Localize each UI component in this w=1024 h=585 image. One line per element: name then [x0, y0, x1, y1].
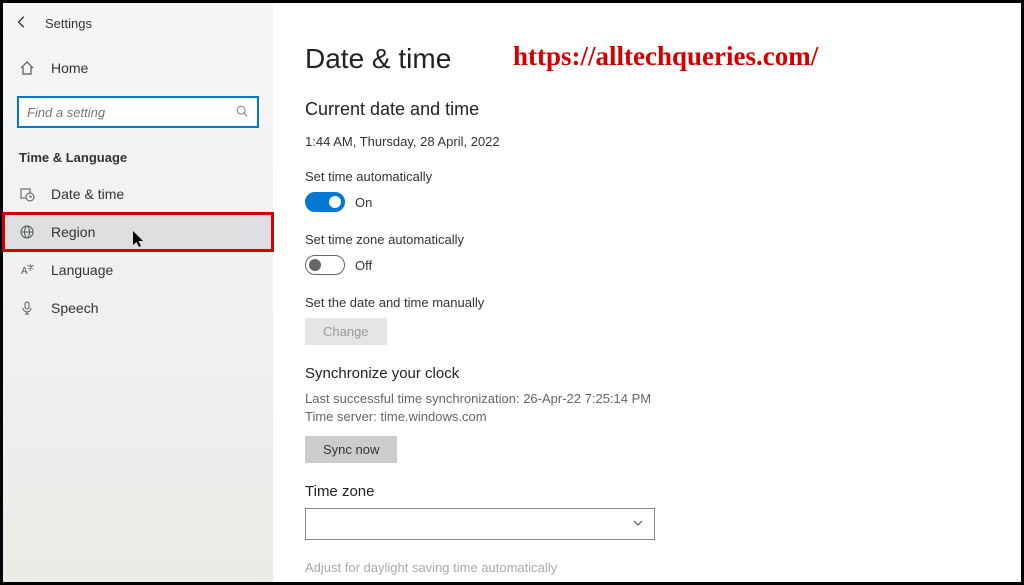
category-label: Time & Language: [3, 136, 273, 175]
set-manual-label: Set the date and time manually: [305, 295, 989, 310]
sync-section-title: Synchronize your clock: [305, 365, 989, 382]
sync-info: Last successful time synchronization: 26…: [305, 390, 989, 426]
search-icon: [235, 104, 249, 121]
language-icon: A字: [19, 262, 35, 278]
sidebar-item-label: Speech: [51, 300, 98, 316]
sidebar-item-date-time[interactable]: Date & time: [3, 175, 273, 213]
home-icon: [19, 60, 35, 76]
sync-last-label: Last successful time synchronization: 26…: [305, 390, 989, 408]
set-tz-auto-label: Set time zone automatically: [305, 232, 989, 247]
home-label: Home: [51, 60, 88, 76]
sidebar-item-label: Region: [51, 224, 95, 240]
search-box[interactable]: [17, 96, 259, 128]
main-content: Date & time Current date and time 1:44 A…: [273, 3, 1021, 582]
sidebar-item-language[interactable]: A字 Language: [3, 251, 273, 289]
calendar-clock-icon: [19, 186, 35, 202]
chevron-down-icon: [632, 517, 644, 532]
sidebar-item-label: Language: [51, 262, 113, 278]
current-date-time-value: 1:44 AM, Thursday, 28 April, 2022: [305, 134, 989, 149]
tz-label: Time zone: [305, 483, 989, 500]
sync-now-button[interactable]: Sync now: [305, 436, 397, 463]
back-icon[interactable]: [15, 15, 29, 32]
set-tz-auto-toggle[interactable]: [305, 255, 345, 275]
timezone-dropdown[interactable]: [305, 508, 655, 540]
sidebar-item-region[interactable]: Region: [3, 213, 273, 251]
set-time-auto-label: Set time automatically: [305, 169, 989, 184]
sidebar-item-speech[interactable]: Speech: [3, 289, 273, 327]
search-input[interactable]: [27, 105, 235, 120]
watermark-overlay: https://alltechqueries.com/: [513, 41, 818, 72]
globe-icon: [19, 224, 35, 240]
app-title: Settings: [45, 16, 92, 31]
sidebar-item-label: Date & time: [51, 186, 124, 202]
set-tz-auto-state: Off: [355, 258, 372, 273]
change-button: Change: [305, 318, 387, 345]
dst-label: Adjust for daylight saving time automati…: [305, 560, 989, 575]
section-current-date-time: Current date and time: [305, 99, 989, 120]
sync-server-label: Time server: time.windows.com: [305, 408, 989, 426]
home-nav[interactable]: Home: [3, 48, 273, 88]
microphone-icon: [19, 300, 35, 316]
svg-text:字: 字: [27, 263, 34, 272]
sidebar: Settings Home Time & Language Date & tim…: [3, 3, 273, 582]
set-time-auto-state: On: [355, 195, 372, 210]
sidebar-header: Settings: [3, 11, 273, 36]
set-time-auto-toggle[interactable]: [305, 192, 345, 212]
